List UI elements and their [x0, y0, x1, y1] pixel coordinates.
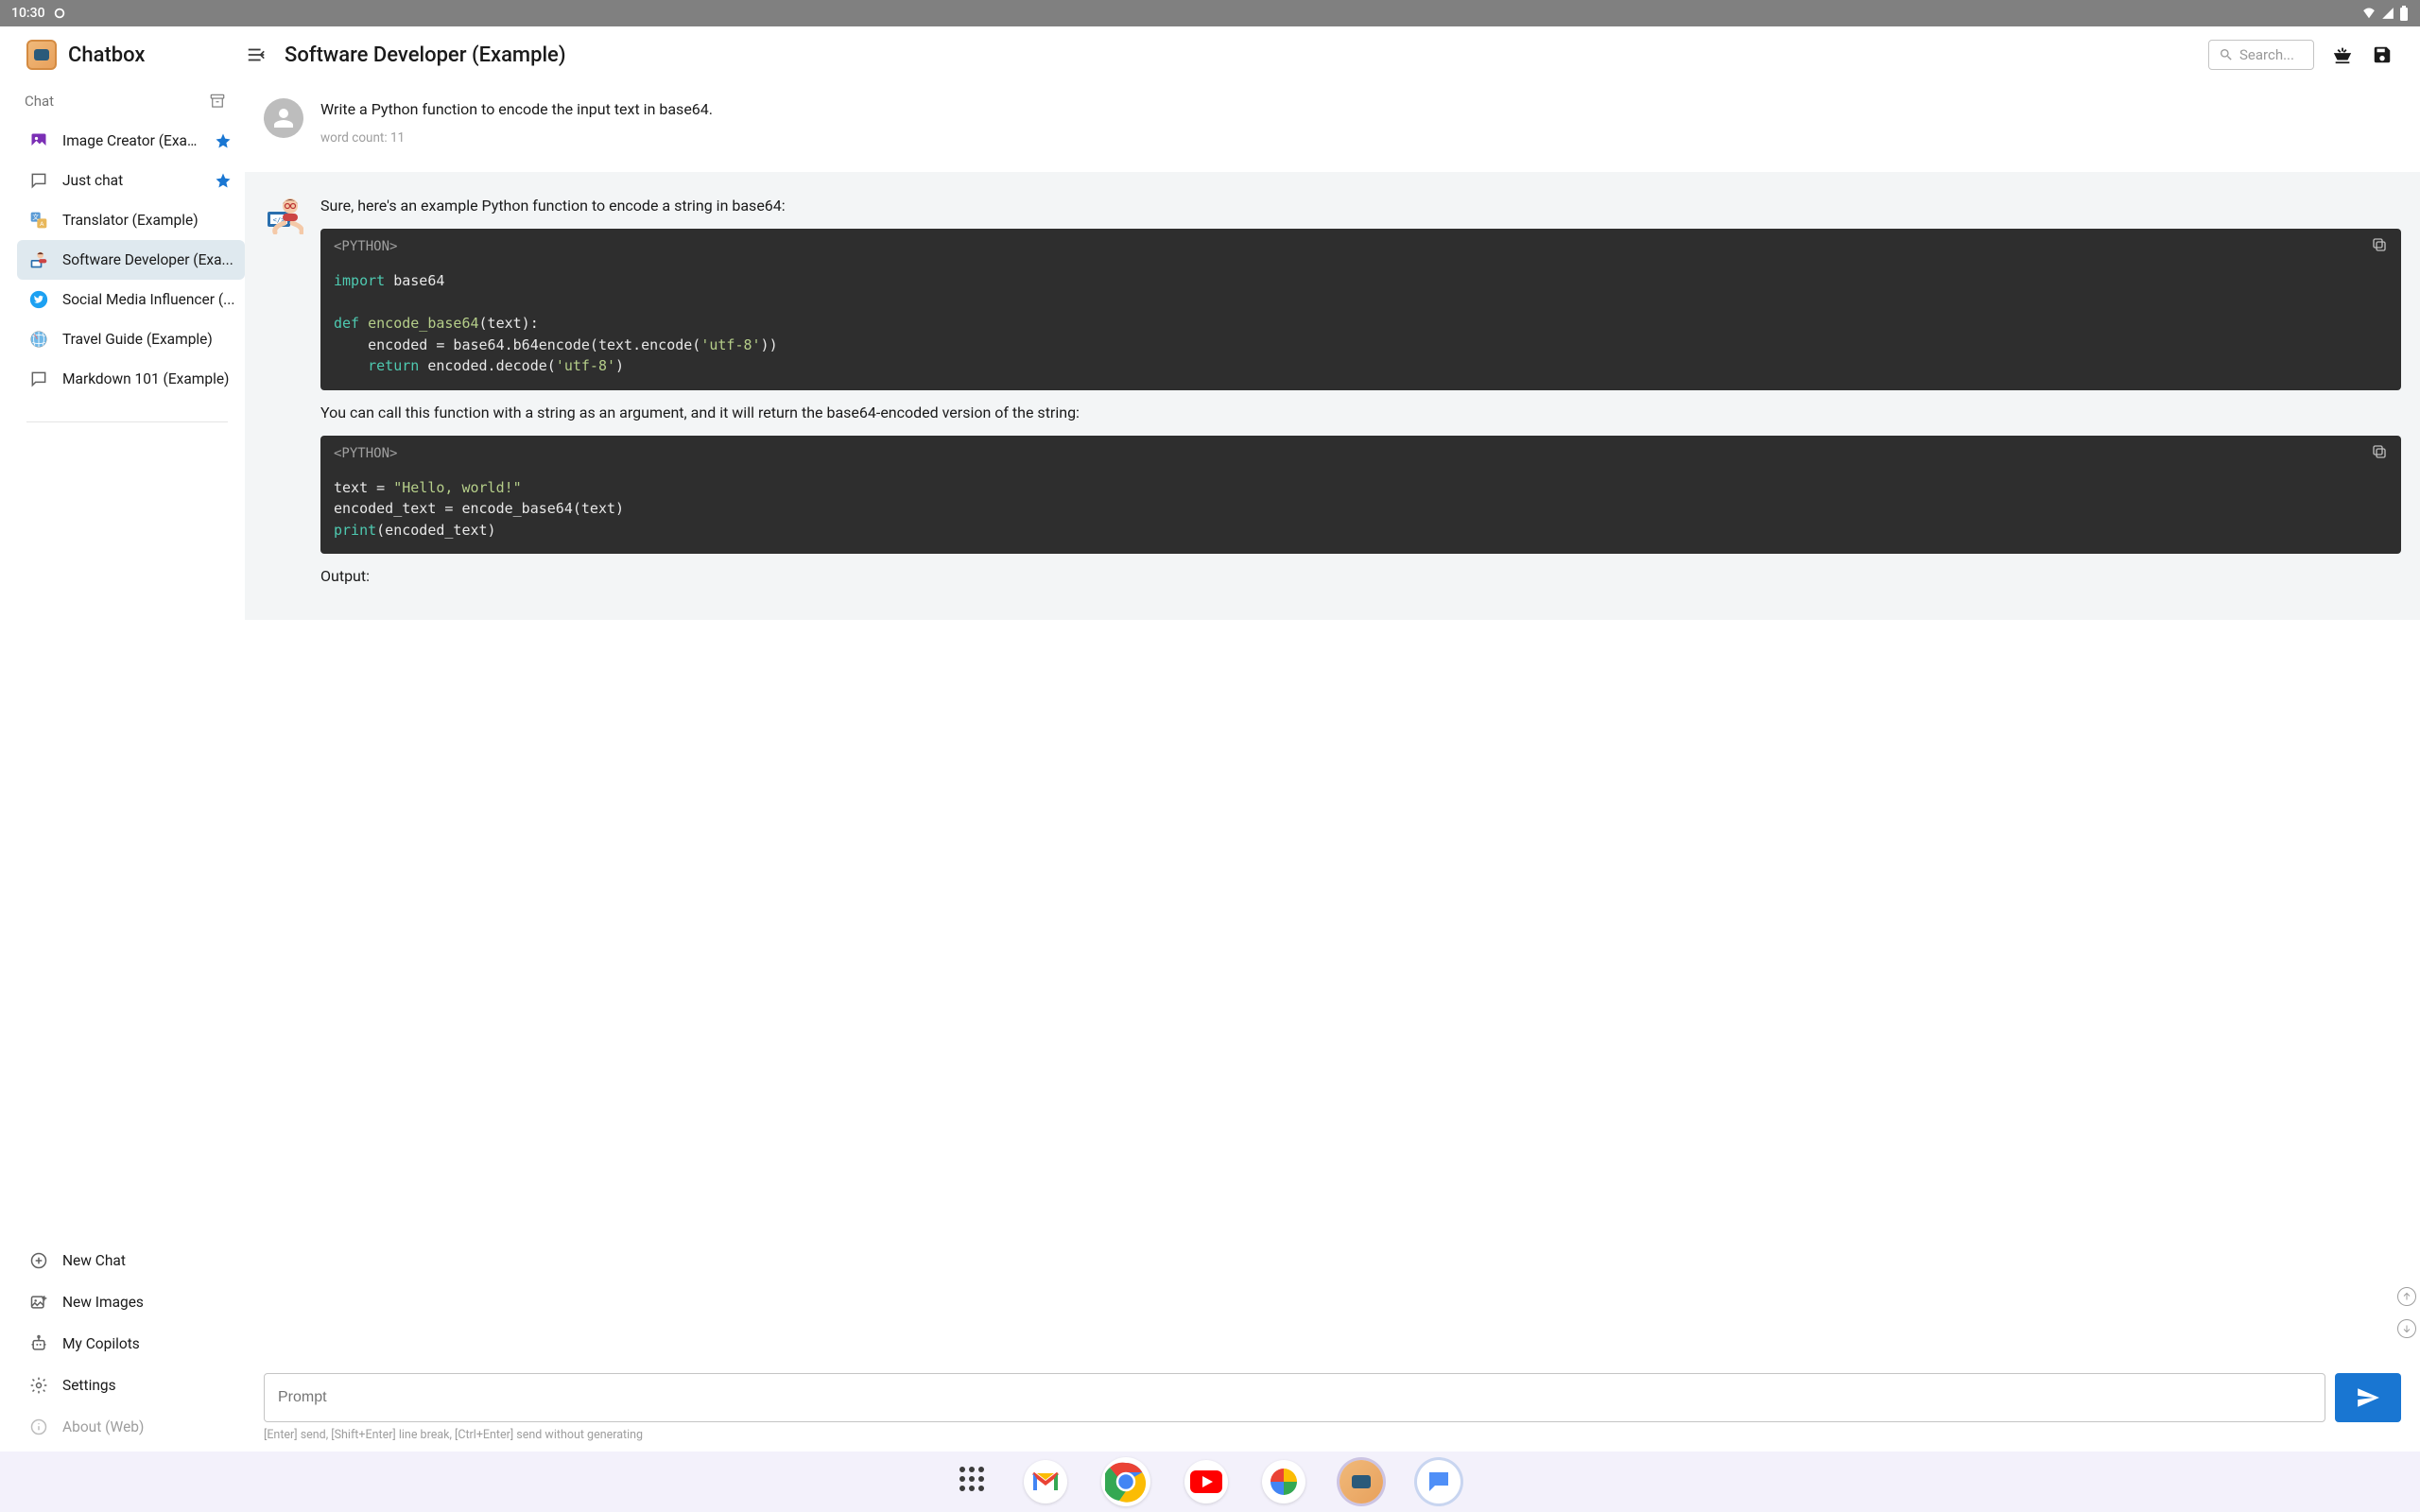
- status-app-icon: [53, 7, 66, 20]
- bottom-item-about-web-[interactable]: About (Web): [17, 1406, 245, 1448]
- battery-icon: [2399, 6, 2409, 21]
- bot-message: </> Sure, here's an example Python funct…: [245, 172, 2420, 620]
- user-message-meta: word count: 11: [320, 130, 2401, 146]
- sidebar-item-label: Social Media Influencer (...: [62, 291, 235, 308]
- android-status-bar: 10:30: [0, 0, 2420, 26]
- code-body-2: text = "Hello, world!" encoded_text = en…: [320, 472, 2401, 555]
- sidebar-divider: [26, 421, 228, 422]
- messages-app-icon[interactable]: [1417, 1460, 1461, 1503]
- chat-outline-icon: [28, 170, 49, 191]
- bottom-item-label: New Chat: [62, 1252, 126, 1269]
- sidebar-bottom-actions: New Chat New Images My Copilots Settings Abo…: [0, 1240, 245, 1448]
- chat-section-header: Chat: [0, 93, 245, 110]
- app-name: Chatbox: [68, 43, 145, 67]
- sidebar-item-5[interactable]: Travel Guide (Example): [17, 319, 245, 359]
- youtube-app-icon[interactable]: [1184, 1460, 1228, 1503]
- wifi-icon: [2361, 7, 2377, 20]
- image-icon: [28, 130, 49, 151]
- info-icon: [28, 1417, 49, 1437]
- code-block-2: <PYTHON> text = "Hello, world!" encoded_…: [320, 436, 2401, 555]
- search-icon: [2219, 47, 2234, 62]
- user-message: Write a Python function to encode the in…: [264, 98, 2401, 146]
- robot-icon: [28, 1333, 49, 1354]
- status-time: 10:30: [11, 6, 45, 21]
- app-drawer-button[interactable]: [959, 1467, 990, 1497]
- sidebar-item-label: Image Creator (Examp...: [62, 132, 201, 149]
- bot-between: You can call this function with a string…: [320, 402, 2401, 424]
- svg-text:A: A: [40, 220, 44, 228]
- code-block-1: <PYTHON> import base64 def encode_base64…: [320, 229, 2401, 390]
- archive-icon[interactable]: [209, 93, 226, 110]
- copy-code-2-button[interactable]: [2371, 443, 2388, 464]
- bottom-item-label: About (Web): [62, 1418, 144, 1435]
- sidebar-item-label: Travel Guide (Example): [62, 331, 235, 348]
- messages-scroll[interactable]: Write a Python function to encode the in…: [245, 81, 2420, 1364]
- star-icon[interactable]: [215, 172, 232, 189]
- chat-outline-icon: [28, 369, 49, 389]
- bot-avatar: </>: [264, 195, 303, 234]
- sidebar: Chatbox Chat Image Creator (Examp... Just…: [0, 26, 245, 1452]
- sidebar-item-3[interactable]: Software Developer (Exa...: [17, 240, 245, 280]
- prompt-input[interactable]: [264, 1373, 2325, 1422]
- bottom-item-my-copilots[interactable]: My Copilots: [17, 1323, 245, 1365]
- bottom-item-label: My Copilots: [62, 1335, 140, 1352]
- image-plus-icon: [28, 1292, 49, 1313]
- bot-output-label: Output:: [320, 565, 2401, 588]
- sidebar-item-label: Markdown 101 (Example): [62, 370, 235, 387]
- signal-icon: [2380, 7, 2395, 20]
- sidebar-item-1[interactable]: Just chat: [17, 161, 245, 200]
- sidebar-item-0[interactable]: Image Creator (Examp...: [17, 121, 245, 161]
- scroll-up-button[interactable]: [2397, 1287, 2416, 1306]
- svg-text:文: 文: [32, 213, 39, 221]
- collapse-sidebar-button[interactable]: [245, 43, 268, 66]
- gear-icon: [28, 1375, 49, 1396]
- code-lang-2: <PYTHON>: [334, 446, 397, 461]
- photos-app-icon[interactable]: [1262, 1460, 1305, 1503]
- chatbox-app-icon[interactable]: [1340, 1460, 1383, 1503]
- save-button[interactable]: [2371, 43, 2394, 66]
- bottom-item-label: New Images: [62, 1294, 144, 1311]
- sidebar-item-label: Software Developer (Exa...: [62, 251, 235, 268]
- app-logo-icon: [26, 40, 57, 70]
- code-body-1: import base64 def encode_base64(text): e…: [320, 265, 2401, 390]
- globe-icon: [28, 329, 49, 350]
- plus-circle-icon: [28, 1250, 49, 1271]
- composer: [245, 1364, 2420, 1426]
- chat-list: Image Creator (Examp... Just chat 文A Transl…: [0, 121, 245, 399]
- chat-section-label: Chat: [25, 93, 54, 110]
- app-logo-row[interactable]: Chatbox: [0, 40, 245, 70]
- developer-icon: [28, 249, 49, 270]
- scroll-down-button[interactable]: [2397, 1319, 2416, 1338]
- chrome-app-icon[interactable]: [1101, 1457, 1150, 1506]
- star-icon[interactable]: [215, 132, 232, 149]
- sidebar-item-4[interactable]: Social Media Influencer (...: [17, 280, 245, 319]
- topbar: Software Developer (Example) Search...: [245, 26, 2420, 81]
- user-message-text: Write a Python function to encode the in…: [320, 98, 2401, 121]
- search-placeholder: Search...: [2239, 46, 2294, 63]
- sidebar-item-label: Just chat: [62, 172, 201, 189]
- bottom-item-new-chat[interactable]: New Chat: [17, 1240, 245, 1281]
- composer-hint: [Enter] send, [Shift+Enter] line break, …: [245, 1426, 2420, 1452]
- bottom-item-settings[interactable]: Settings: [17, 1365, 245, 1406]
- sidebar-item-label: Translator (Example): [62, 212, 235, 229]
- sidebar-item-6[interactable]: Markdown 101 (Example): [17, 359, 245, 399]
- android-dock: [0, 1452, 2420, 1512]
- page-title: Software Developer (Example): [285, 43, 566, 67]
- search-input[interactable]: Search...: [2208, 40, 2314, 70]
- user-avatar: [264, 98, 303, 138]
- twitter-icon: [28, 289, 49, 310]
- code-lang-1: <PYTHON>: [334, 239, 397, 254]
- copy-code-1-button[interactable]: [2371, 236, 2388, 257]
- clear-button[interactable]: [2331, 43, 2354, 66]
- sidebar-item-2[interactable]: 文A Translator (Example): [17, 200, 245, 240]
- send-button[interactable]: [2335, 1373, 2401, 1422]
- main-content: Software Developer (Example) Search... W…: [245, 26, 2420, 1452]
- bot-intro: Sure, here's an example Python function …: [320, 195, 2401, 217]
- bottom-item-new-images[interactable]: New Images: [17, 1281, 245, 1323]
- translator-icon: 文A: [28, 210, 49, 231]
- bottom-item-label: Settings: [62, 1377, 116, 1394]
- gmail-app-icon[interactable]: [1024, 1460, 1067, 1503]
